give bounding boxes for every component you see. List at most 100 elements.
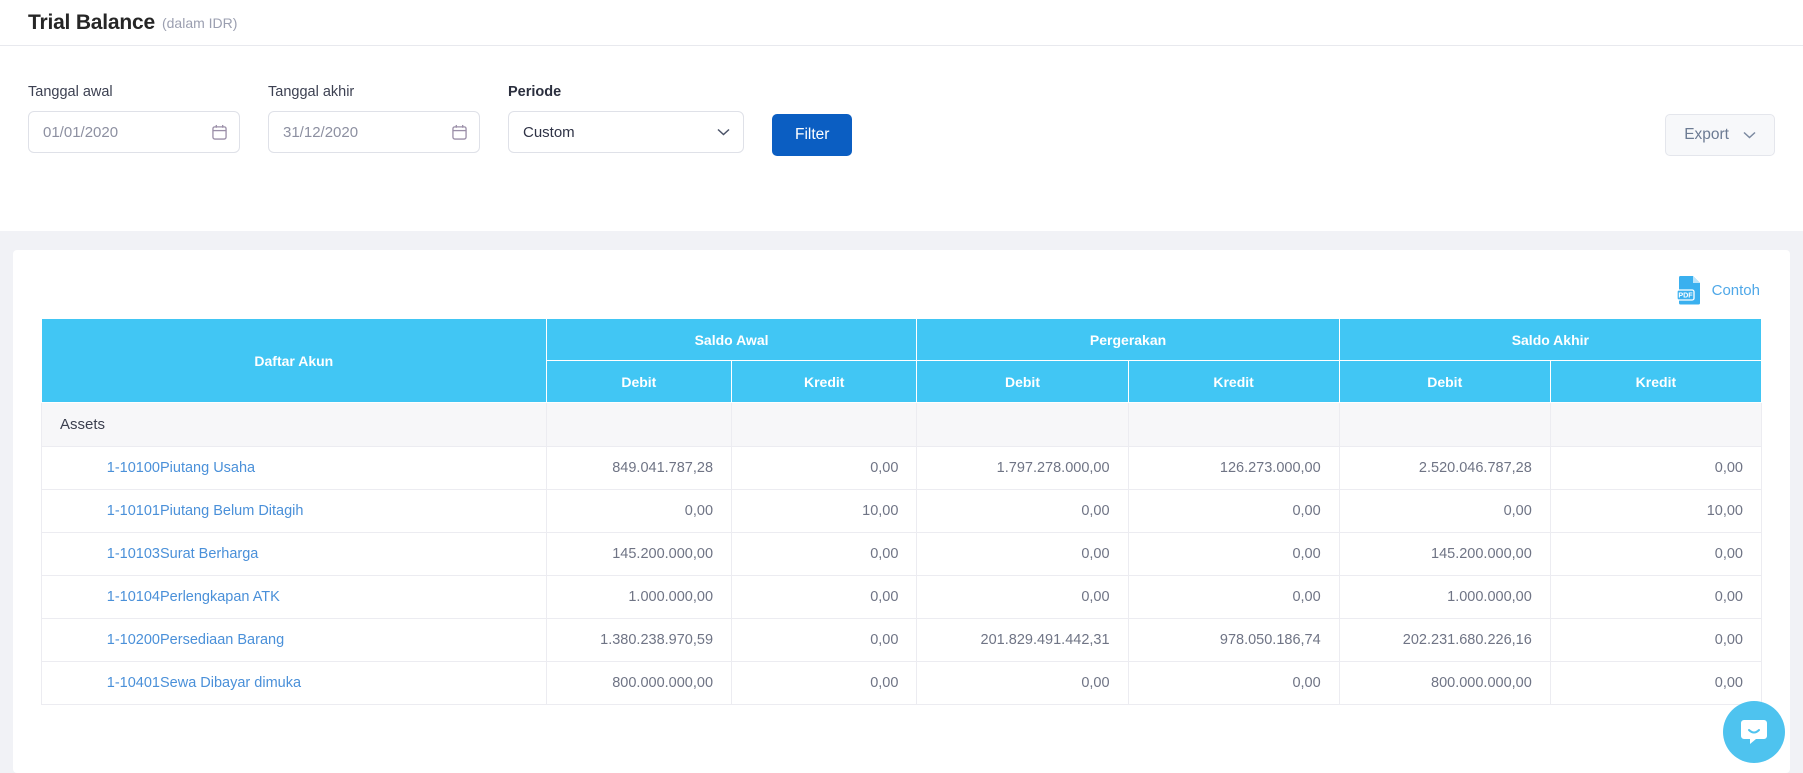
account-code[interactable]: 1-10200 (60, 632, 160, 648)
trial-balance-table: Daftar Akun Saldo Awal Pergerakan Saldo … (41, 318, 1763, 705)
cell-saldo-awal-debit: 1.000.000,00 (545, 575, 733, 619)
account-cell: 1-10200 Persediaan Barang (41, 618, 547, 662)
column-header-pergerakan-debit[interactable]: Debit (916, 360, 1129, 403)
start-date-input-wrapper[interactable] (28, 111, 240, 153)
column-header-saldo-akhir-debit[interactable]: Debit (1338, 360, 1551, 403)
cell-saldo-awal-kredit: 0,00 (731, 446, 918, 490)
table-row: 1-10200 Persediaan Barang 1.380.238.970,59… (41, 618, 1763, 662)
group-empty-cell (916, 402, 1129, 447)
group-empty-cell (731, 402, 918, 447)
account-cell: 1-10104 Perlengkapan ATK (41, 575, 547, 619)
cell-saldo-akhir-debit: 800.000.000,00 (1338, 661, 1551, 705)
account-code[interactable]: 1-10101 (60, 503, 160, 519)
column-header-saldo-awal-kredit[interactable]: Kredit (731, 360, 918, 403)
period-select[interactable] (508, 111, 744, 153)
cell-saldo-awal-debit: 0,00 (545, 489, 733, 533)
sample-pdf-label: Contoh (1711, 281, 1760, 299)
account-code[interactable]: 1-10103 (60, 546, 160, 562)
page-header: Trial Balance (dalam IDR) (0, 0, 1803, 46)
cell-saldo-akhir-debit: 1.000.000,00 (1338, 575, 1551, 619)
cell-pergerakan-kredit: 0,00 (1127, 661, 1340, 705)
cell-saldo-akhir-kredit: 0,00 (1549, 618, 1763, 662)
group-label: Assets (41, 402, 547, 447)
column-group-saldo-awal[interactable]: Saldo Awal (545, 318, 918, 361)
cell-pergerakan-debit: 201.829.491.442,31 (916, 618, 1129, 662)
account-cell: 1-10100 Piutang Usaha (41, 446, 547, 490)
account-name[interactable]: Piutang Belum Ditagih (160, 503, 303, 519)
cell-saldo-awal-debit: 849.041.787,28 (545, 446, 733, 490)
period-label: Periode (508, 84, 562, 100)
cell-pergerakan-kredit: 978.050.186,74 (1127, 618, 1340, 662)
report-card: PDF Contoh Daftar Akun Saldo Awal Perger… (13, 250, 1790, 773)
cell-pergerakan-debit: 0,00 (916, 532, 1129, 576)
cell-pergerakan-debit: 0,00 (916, 575, 1129, 619)
period-field-group: Periode (508, 84, 744, 153)
cell-saldo-awal-debit: 1.380.238.970,59 (545, 618, 733, 662)
start-date-label: Tanggal awal (28, 84, 113, 100)
account-name[interactable]: Surat Berharga (160, 546, 258, 562)
cell-saldo-awal-debit: 800.000.000,00 (545, 661, 733, 705)
column-group-saldo-akhir[interactable]: Saldo Akhir (1338, 318, 1763, 361)
cell-pergerakan-kredit: 0,00 (1127, 532, 1340, 576)
export-button-label: Export (1684, 126, 1729, 143)
cell-saldo-awal-kredit: 10,00 (731, 489, 918, 533)
card-toolbar: PDF Contoh (41, 268, 1762, 312)
sample-pdf-link[interactable]: PDF Contoh (1676, 275, 1760, 305)
chat-launcher-button[interactable] (1723, 701, 1785, 763)
account-name[interactable]: Piutang Usaha (160, 460, 255, 476)
cell-saldo-awal-kredit: 0,00 (731, 575, 918, 619)
cell-saldo-awal-kredit: 0,00 (731, 618, 918, 662)
table-group-row: Assets (41, 402, 1763, 447)
cell-saldo-awal-kredit: 0,00 (731, 661, 918, 705)
account-code[interactable]: 1-10104 (60, 589, 160, 605)
cell-pergerakan-debit: 0,00 (916, 661, 1129, 705)
cell-saldo-awal-kredit: 0,00 (731, 532, 918, 576)
end-date-input[interactable] (268, 111, 480, 153)
end-date-label: Tanggal akhir (268, 84, 355, 100)
table-row: 1-10401 Sewa Dibayar dimuka 800.000.000,00… (41, 661, 1763, 705)
chevron-down-icon (1743, 131, 1756, 139)
period-select-wrapper[interactable] (508, 111, 744, 153)
cell-saldo-akhir-kredit: 0,00 (1549, 446, 1763, 490)
cell-saldo-akhir-kredit: 10,00 (1549, 489, 1763, 533)
cell-saldo-akhir-kredit: 0,00 (1549, 661, 1763, 705)
account-code[interactable]: 1-10401 (60, 675, 160, 691)
column-header-saldo-akhir-kredit[interactable]: Kredit (1549, 360, 1763, 403)
account-name[interactable]: Persediaan Barang (160, 632, 284, 648)
table-row: 1-10101 Piutang Belum Ditagih 0,00 10,00 0,0… (41, 489, 1763, 533)
end-date-input-wrapper[interactable] (268, 111, 480, 153)
account-name[interactable]: Sewa Dibayar dimuka (160, 675, 301, 691)
cell-pergerakan-debit: 0,00 (916, 489, 1129, 533)
start-date-field-group: Tanggal awal (28, 84, 240, 153)
table-row: 1-10103 Surat Berharga 145.200.000,00 0,00 0… (41, 532, 1763, 576)
group-empty-cell (1338, 402, 1551, 447)
column-header-saldo-awal-debit[interactable]: Debit (545, 360, 733, 403)
account-name[interactable]: Perlengkapan ATK (160, 589, 280, 605)
cell-pergerakan-kredit: 0,00 (1127, 575, 1340, 619)
start-date-input[interactable] (28, 111, 240, 153)
group-empty-cell (1127, 402, 1340, 447)
column-header-account[interactable]: Daftar Akun (41, 318, 547, 403)
page-title: Trial Balance (28, 10, 155, 34)
filter-button[interactable]: Filter (772, 114, 853, 156)
cell-pergerakan-debit: 1.797.278.000,00 (916, 446, 1129, 490)
cell-pergerakan-kredit: 0,00 (1127, 489, 1340, 533)
column-header-pergerakan-kredit[interactable]: Kredit (1127, 360, 1340, 403)
export-button[interactable]: Export (1665, 114, 1775, 156)
svg-text:PDF: PDF (1678, 290, 1693, 299)
table-row: 1-10104 Perlengkapan ATK 1.000.000,00 0,00 0… (41, 575, 1763, 619)
account-cell: 1-10103 Surat Berharga (41, 532, 547, 576)
pdf-file-icon: PDF (1676, 276, 1700, 305)
cell-saldo-akhir-kredit: 0,00 (1549, 532, 1763, 576)
table-head: Daftar Akun Saldo Awal Pergerakan Saldo … (41, 318, 1763, 403)
chat-bubble-icon (1741, 720, 1767, 744)
page-subtitle: (dalam IDR) (161, 14, 238, 31)
end-date-field-group: Tanggal akhir (268, 84, 480, 153)
account-code[interactable]: 1-10100 (60, 460, 160, 476)
cell-saldo-akhir-debit: 2.520.046.787,28 (1338, 446, 1551, 490)
filter-toolbar: Tanggal awal Tanggal akhir Periode (0, 46, 1803, 231)
column-group-pergerakan[interactable]: Pergerakan (916, 318, 1340, 361)
cell-saldo-akhir-debit: 202.231.680.226,16 (1338, 618, 1551, 662)
cell-saldo-akhir-kredit: 0,00 (1549, 575, 1763, 619)
cell-saldo-awal-debit: 145.200.000,00 (545, 532, 733, 576)
